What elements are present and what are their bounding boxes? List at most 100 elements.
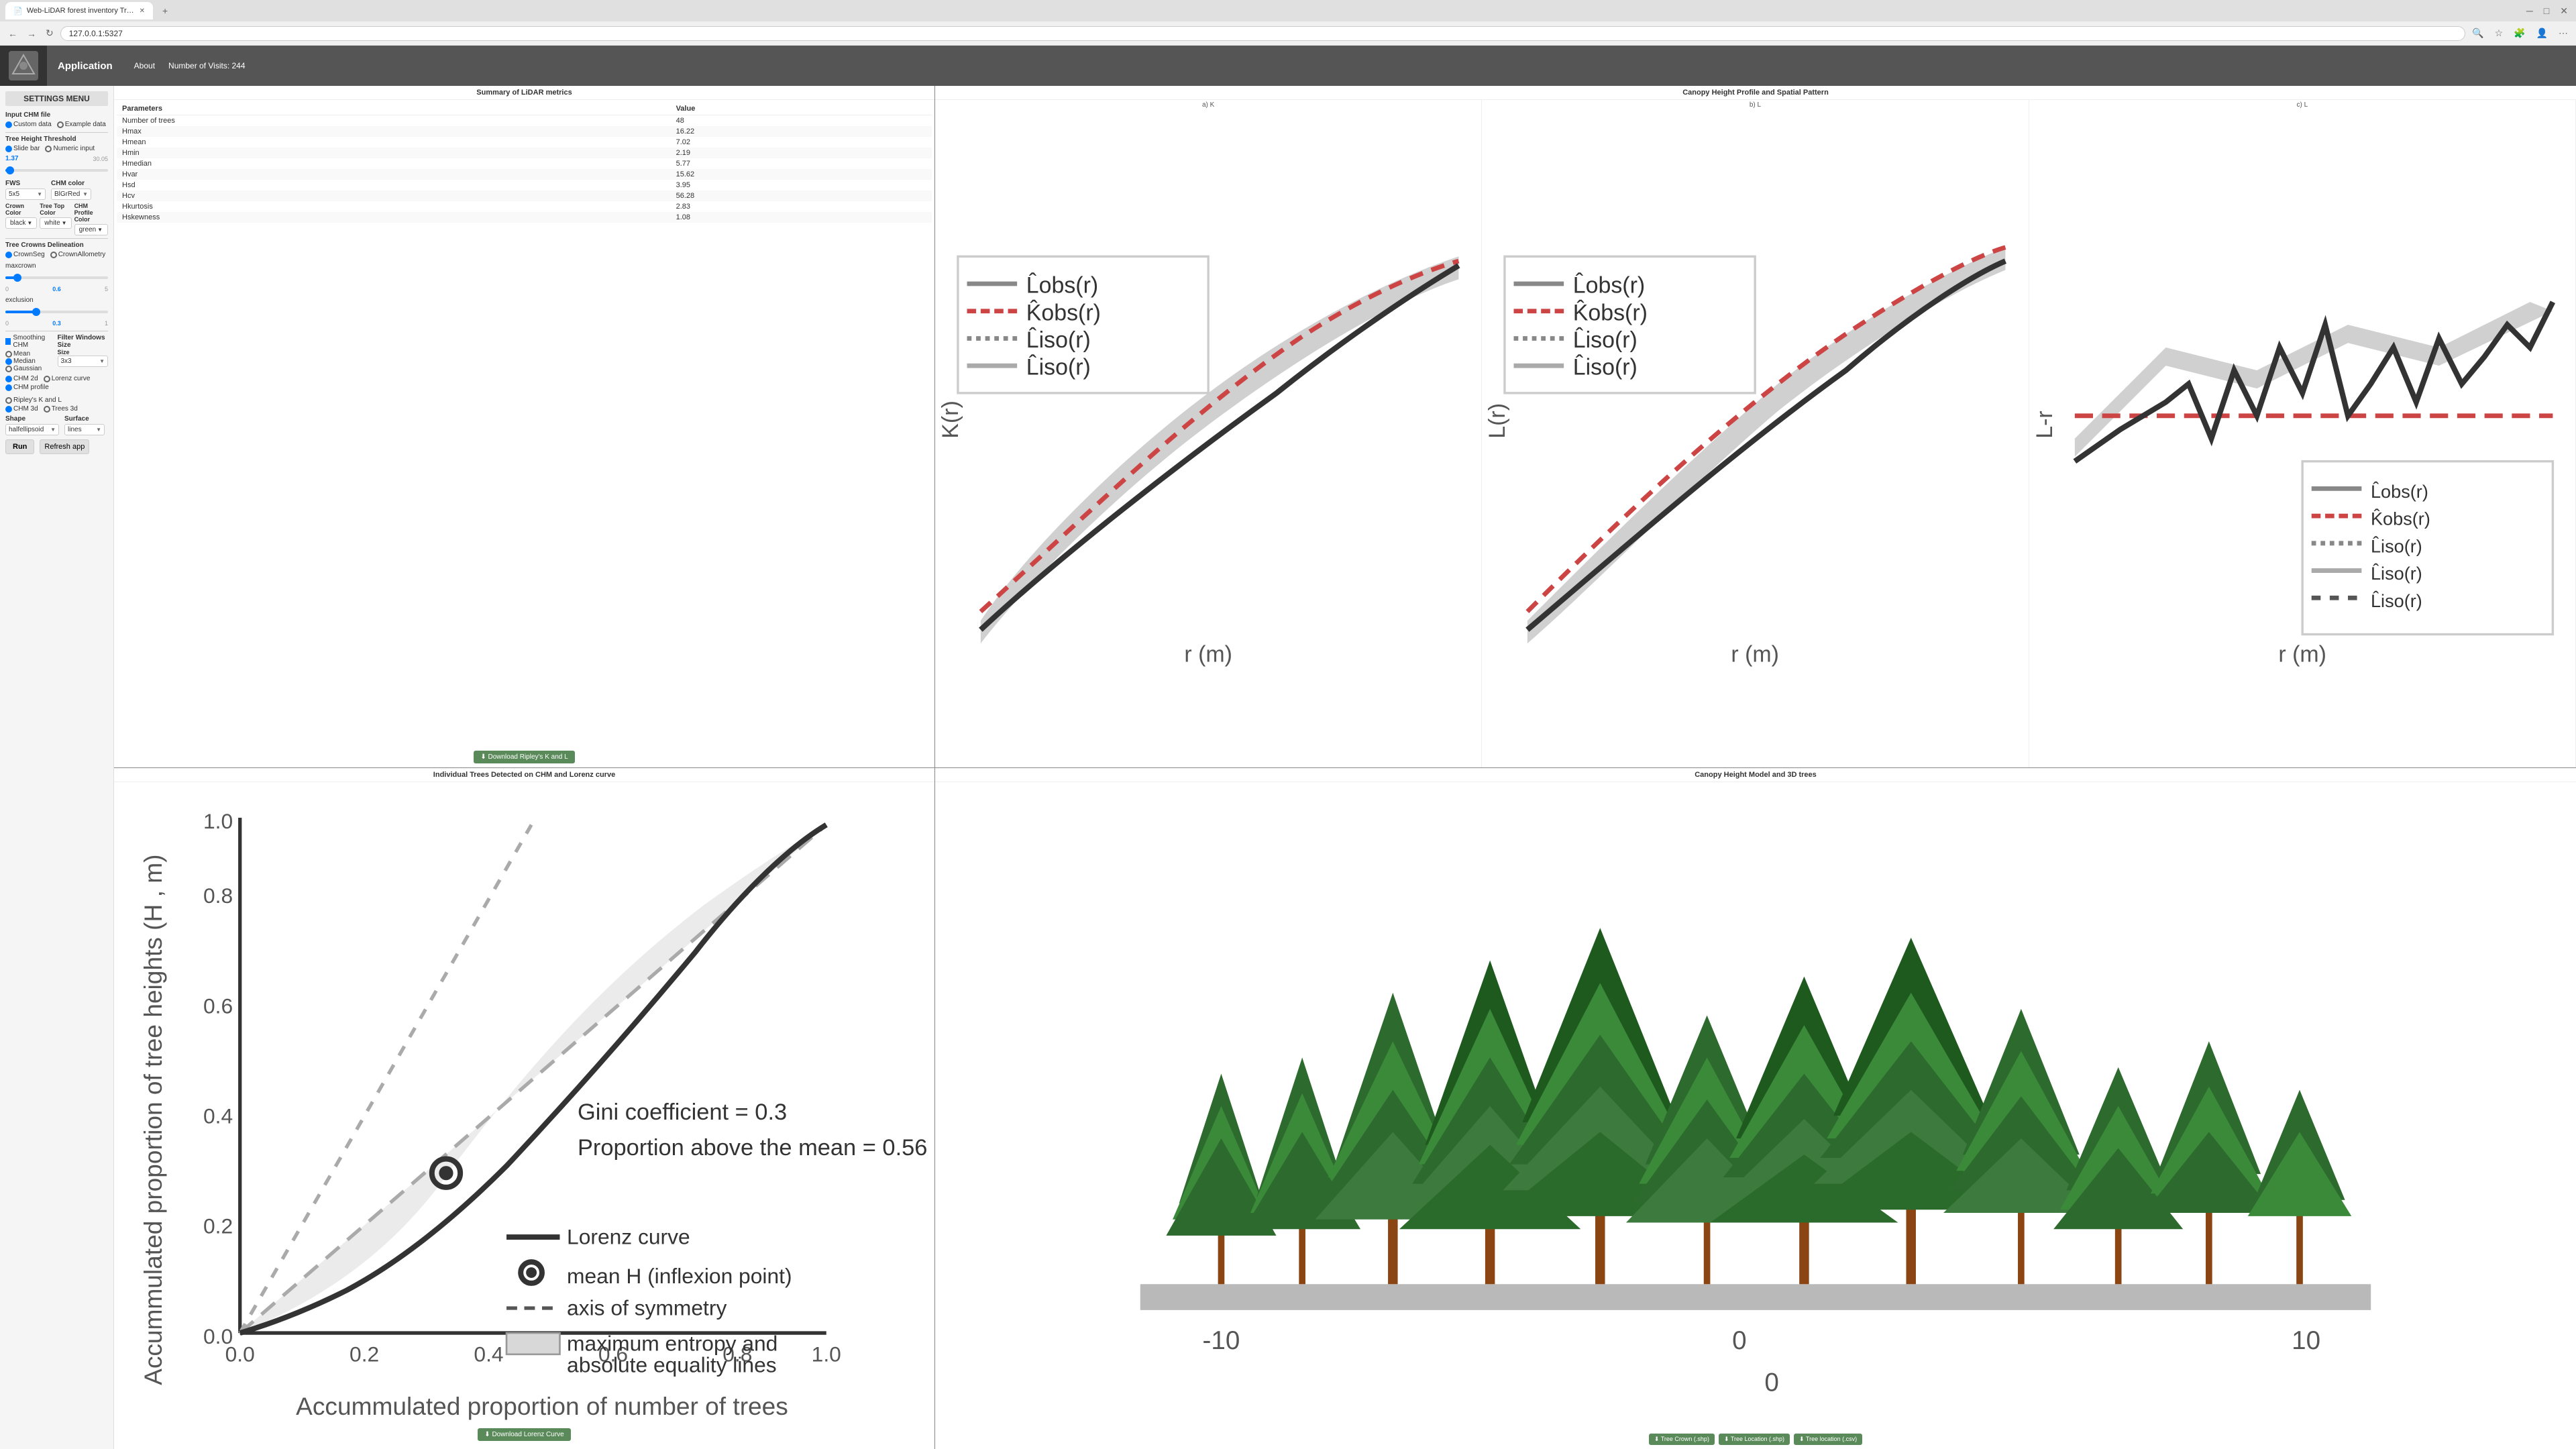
- svg-text:L̂iso(r): L̂iso(r): [1026, 327, 1091, 353]
- chm-color-select[interactable]: BlGrRed ▼: [51, 189, 91, 200]
- minimize-button[interactable]: ─: [2524, 3, 2536, 19]
- divider-2: [5, 238, 108, 239]
- canopy-a-label: a) K: [1201, 100, 1216, 110]
- reload-button[interactable]: ↻: [43, 25, 56, 42]
- chm-profile-radio[interactable]: CHM profile: [5, 384, 49, 391]
- maximize-button[interactable]: □: [2541, 3, 2552, 19]
- display-options: CHM 2d Lorenz curve CHM profile Ripley's: [5, 375, 108, 413]
- threshold-slider-track[interactable]: [5, 165, 108, 176]
- address-bar[interactable]: [60, 26, 2465, 41]
- browser-tab[interactable]: 📄 Web-LiDAR forest inventory Tree... ✕: [5, 2, 153, 19]
- surface-col: Surface lines ▼: [64, 415, 105, 435]
- app-logo-image: [9, 51, 38, 80]
- gaussian-radio[interactable]: Gaussian: [5, 365, 52, 372]
- fws-col: FWS 5x5 ▼: [5, 180, 46, 200]
- shape-select[interactable]: halfellipsoid ▼: [5, 424, 59, 435]
- tree-1: [1166, 1073, 1276, 1284]
- download-ripleys-button[interactable]: ⬇ Download Ripley's K and L: [474, 751, 574, 763]
- svg-text:Gini coefficient = 0.3: Gini coefficient = 0.3: [578, 1099, 787, 1125]
- profile-icon[interactable]: 👤: [2534, 25, 2551, 42]
- svg-text:K̂obs(r): K̂obs(r): [2371, 508, 2430, 529]
- extensions-icon[interactable]: 🧩: [2511, 25, 2528, 42]
- smoothing-col: Smoothing CHM Mean Median Gaussian: [5, 334, 52, 372]
- ripleys-kl-radio[interactable]: Ripley's K and L: [5, 396, 62, 404]
- app-title: Application: [47, 60, 123, 72]
- svg-text:0.8: 0.8: [203, 883, 233, 908]
- svg-text:1.0: 1.0: [812, 1342, 841, 1366]
- nav-about[interactable]: About: [134, 61, 155, 70]
- bookmark-icon[interactable]: ☆: [2492, 25, 2506, 42]
- main-layout: SETTINGS MENU Input CHM file Custom data…: [0, 86, 2576, 1449]
- action-row: Run Refresh app: [5, 439, 108, 454]
- exclusion-section: exclusion 0 0.3 1: [5, 297, 108, 327]
- download-lorenz-button[interactable]: ⬇ Download Lorenz Curve: [478, 1428, 570, 1441]
- nav-visits: Number of Visits: 244: [168, 61, 246, 70]
- svg-text:0.4: 0.4: [203, 1104, 233, 1128]
- search-icon[interactable]: 🔍: [2469, 25, 2486, 42]
- mean-radio[interactable]: Mean: [5, 350, 52, 358]
- crown-allometry-radio[interactable]: CrownAllometry: [50, 251, 106, 258]
- threshold-value: 1.37: [5, 155, 18, 162]
- trees-3d-radio[interactable]: Trees 3d: [44, 405, 78, 413]
- slide-bar-radio[interactable]: Slide bar: [5, 145, 40, 152]
- tree-12: [2248, 1089, 2351, 1284]
- table-row: Hkurtosis2.83: [117, 201, 932, 212]
- chm-3d-radio[interactable]: CHM 3d: [5, 405, 38, 413]
- svg-text:0.2: 0.2: [350, 1342, 379, 1366]
- refresh-button[interactable]: Refresh app: [40, 439, 89, 454]
- menu-icon[interactable]: ⋯: [2556, 25, 2571, 42]
- surface-select[interactable]: lines ▼: [64, 424, 105, 435]
- tree-top-color-btn[interactable]: white ▼: [40, 217, 71, 229]
- app-header: Application About Number of Visits: 244: [0, 46, 2576, 86]
- numeric-input-radio[interactable]: Numeric input: [45, 145, 95, 152]
- svg-text:Lorenz curve: Lorenz curve: [567, 1224, 690, 1248]
- back-button[interactable]: ←: [5, 25, 20, 42]
- svg-text:L̂iso(r): L̂iso(r): [2371, 563, 2422, 584]
- chm-color-arrow: ▼: [83, 191, 88, 197]
- svg-text:K̂obs(r): K̂obs(r): [1026, 300, 1101, 326]
- svg-text:r (m): r (m): [2278, 641, 2326, 667]
- lorenz-curve-radio[interactable]: Lorenz curve: [44, 375, 91, 382]
- tab-close-button[interactable]: ✕: [140, 7, 145, 15]
- run-button[interactable]: Run: [5, 439, 34, 454]
- smoothing-checkbox[interactable]: Smoothing CHM: [5, 334, 52, 349]
- new-tab-button[interactable]: +: [158, 4, 172, 17]
- fws-chm-row: FWS 5x5 ▼ CHM color BlGrRed ▼: [5, 180, 108, 200]
- svg-text:10: 10: [2292, 1326, 2320, 1354]
- maxcrown-section: maxcrown 0 0.6 5: [5, 262, 108, 292]
- shape-surface-row: Shape halfellipsoid ▼ Surface lines ▼: [5, 415, 108, 435]
- fws-select[interactable]: 5x5 ▼: [5, 189, 46, 200]
- crown-color-btn[interactable]: black ▼: [5, 217, 37, 229]
- trees3d-title: Canopy Height Model and 3D trees: [935, 768, 2576, 782]
- delineation-radio-group: CrownSeg CrownAllometry: [5, 251, 108, 258]
- svg-text:1.0: 1.0: [203, 808, 233, 833]
- svg-text:absolute equality lines: absolute equality lines: [567, 1352, 777, 1377]
- svg-text:L̂iso(r): L̂iso(r): [1573, 354, 1638, 380]
- crown-seg-radio[interactable]: CrownSeg: [5, 251, 45, 258]
- svg-text:r (m): r (m): [1184, 641, 1232, 667]
- canopy-sub-c: c) L L̂obs(r): [2029, 100, 2576, 767]
- exclusion-slider[interactable]: [5, 307, 108, 317]
- input-chm-radio-group: Custom data Example data: [5, 121, 108, 128]
- tree-11: [2144, 1041, 2273, 1284]
- maxcrown-slider[interactable]: [5, 272, 108, 283]
- chm-2d-radio[interactable]: CHM 2d: [5, 375, 38, 382]
- filter-size-select[interactable]: 3x3 ▼: [58, 356, 109, 367]
- svg-text:L̂obs(r): L̂obs(r): [2371, 481, 2428, 502]
- sidebar: SETTINGS MENU Input CHM file Custom data…: [0, 86, 114, 1449]
- forward-button[interactable]: →: [24, 25, 39, 42]
- trees3d-panel: Canopy Height Model and 3D trees: [935, 768, 2576, 1449]
- svg-text:maximum entropy and: maximum entropy and: [567, 1331, 777, 1355]
- close-button[interactable]: ✕: [2557, 3, 2571, 19]
- svg-text:Proportion above the mean =: Proportion above the mean = 0.56: [578, 1135, 927, 1161]
- example-data-radio[interactable]: Example data: [57, 121, 106, 128]
- download-location-csv-button[interactable]: ⬇ Tree location (.csv): [1794, 1434, 1862, 1445]
- median-radio[interactable]: Median: [5, 358, 52, 365]
- canopy-l-chart: L̂obs(r) K̂obs(r) L̂iso(r) L̂iso(r) r (m…: [1482, 110, 2028, 767]
- table-row: Hsd3.95: [117, 180, 932, 191]
- chm-profile-color-btn[interactable]: green ▼: [74, 224, 108, 235]
- svg-text:L̂obs(r): L̂obs(r): [1026, 272, 1098, 299]
- download-location-shp-button[interactable]: ⬇ Tree Location (.shp): [1719, 1434, 1790, 1445]
- custom-data-radio[interactable]: Custom data: [5, 121, 52, 128]
- download-crown-button[interactable]: ⬇ Tree Crown (.shp): [1649, 1434, 1715, 1445]
